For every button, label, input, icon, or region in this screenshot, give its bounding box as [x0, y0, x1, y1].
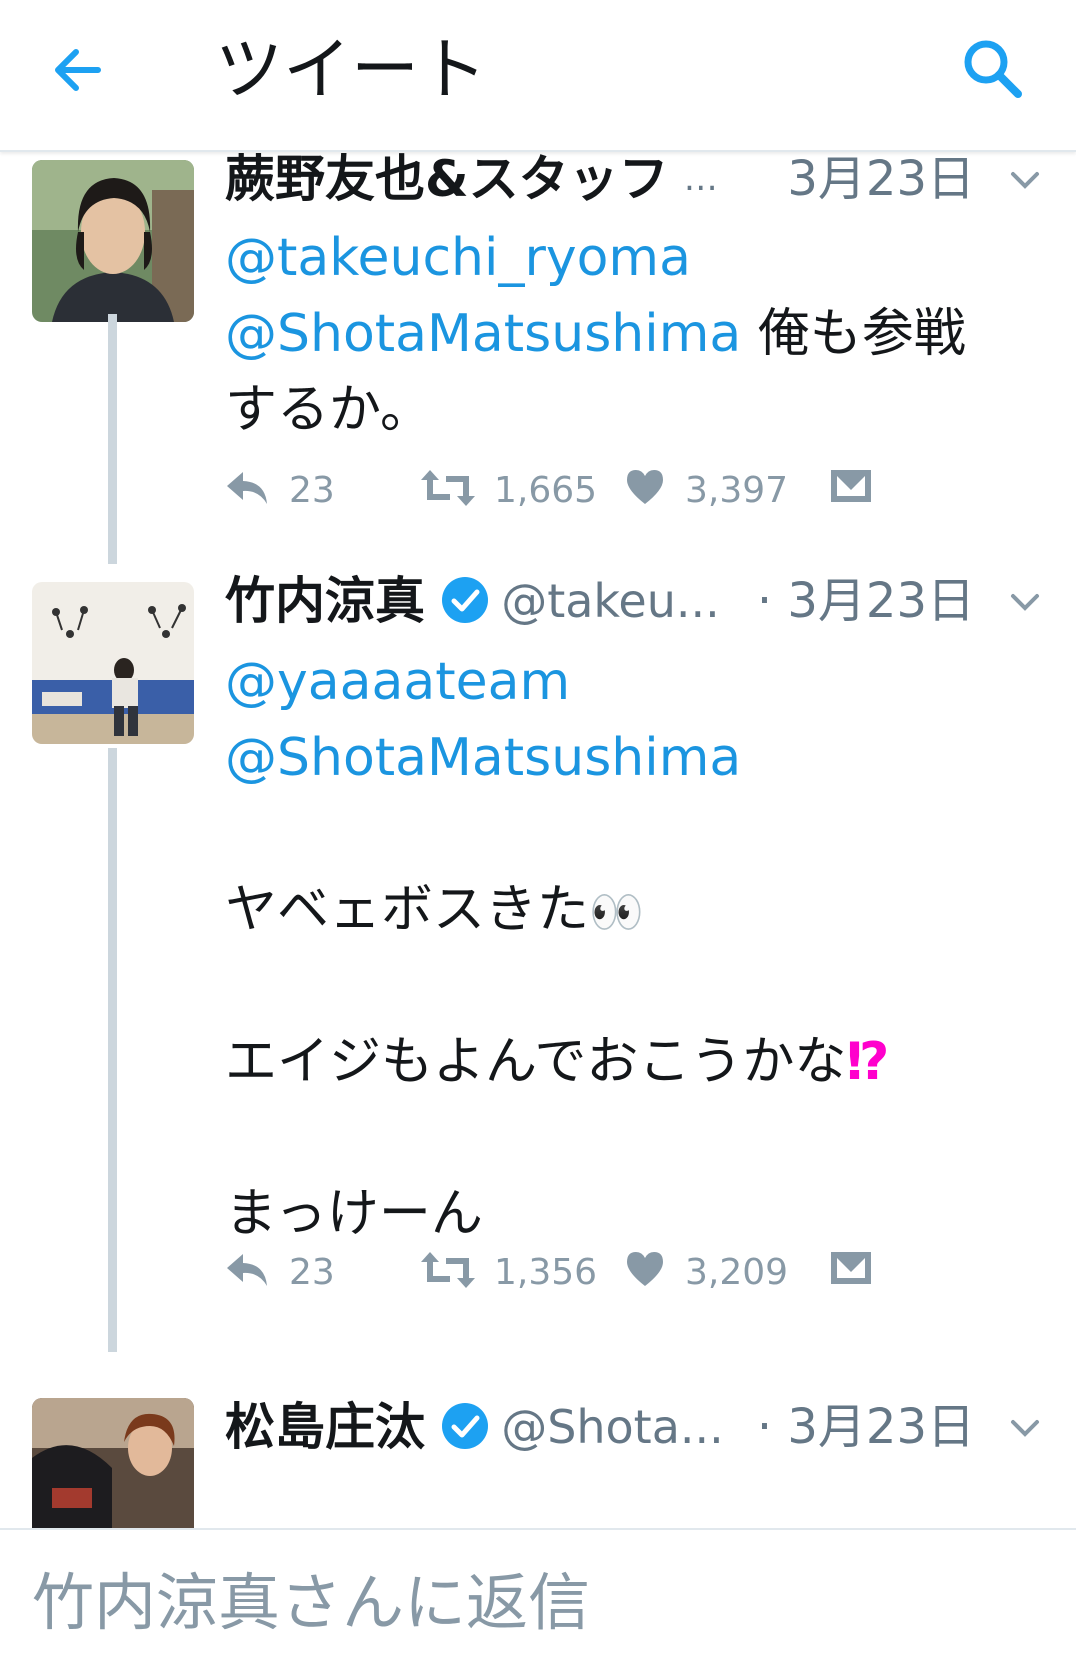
avatar-photo [32, 1398, 194, 1528]
text-span: まっけーん [225, 1184, 483, 1244]
handle[interactable]: @Shota... [501, 1392, 724, 1462]
chevron-down-icon[interactable] [1005, 582, 1045, 622]
retweet-icon [421, 1252, 475, 1288]
avatar-photo [32, 582, 194, 744]
mention-link[interactable]: @ShotaMatsushima [225, 304, 741, 364]
mention-link[interactable]: @yaaaateam [225, 652, 570, 712]
eyes-emoji: 👀 [589, 887, 644, 938]
retweet-count: 1,356 [494, 1252, 598, 1293]
avatar[interactable] [32, 1398, 194, 1528]
tweet-text: @takeuchi_ryoma @ShotaMatsushima 俺も参戦 する… [225, 220, 1015, 448]
envelope-icon [831, 470, 871, 502]
reply-composer: 竹内涼真さんに返信 [0, 1528, 1076, 1670]
tweet-text: @yaaaateam @ShotaMatsushima ヤベェボスきた👀 エイジ… [225, 644, 1015, 1252]
verified-badge-icon [442, 1403, 489, 1449]
search-icon [964, 40, 1022, 98]
avatar-photo [32, 160, 194, 322]
tweet-header: 竹内涼真 @takeu... · 3月23日 [225, 566, 1045, 636]
reply-icon [227, 1254, 267, 1286]
tweet-header: 松島庄汰 @Shota... · 3月23日 [225, 1392, 1045, 1462]
avatar[interactable] [32, 582, 194, 744]
tweet-actions: 23 1,356 3,209 [225, 1242, 985, 1302]
tweet-date[interactable]: 3月23日 [787, 152, 975, 214]
like-count: 3,397 [685, 470, 789, 511]
tweet-actions: 23 1,665 3,397 [225, 460, 985, 520]
mention-link[interactable]: @ShotaMatsushima [225, 728, 741, 788]
reply-count: 23 [289, 1252, 335, 1293]
retweet-count: 1,665 [494, 470, 598, 511]
app-header: ツイート [0, 0, 1076, 152]
heart-icon [627, 1252, 663, 1286]
thread-connector [108, 748, 117, 1352]
thread-connector [108, 314, 117, 564]
display-name[interactable]: 松島庄汰 [225, 1392, 425, 1462]
reply-icon [227, 472, 267, 504]
tweet-3[interactable]: 松島庄汰 @Shota... · 3月23日 [0, 1372, 1076, 1528]
search-button[interactable] [960, 36, 1026, 102]
chevron-down-icon[interactable] [1005, 160, 1045, 200]
tweet-2[interactable]: 竹内涼真 @takeu... · 3月23日 @yaaaateam @Shota… [0, 572, 1076, 1352]
reply-count: 23 [289, 470, 335, 511]
back-button[interactable] [50, 40, 110, 100]
avatar[interactable] [32, 160, 194, 322]
chevron-down-icon[interactable] [1005, 1408, 1045, 1448]
envelope-icon [831, 1252, 871, 1284]
text-span: ヤベェボスきた [225, 880, 590, 940]
text-span: エイジもよんでおこうかな [225, 1032, 847, 1092]
tweet-1[interactable]: 蕨野友也&スタッフ … 3月23日 @takeuchi_ryoma @Shota… [0, 152, 1076, 572]
tweet-header: 蕨野友也&スタッフ … 3月23日 [225, 152, 1045, 214]
display-name[interactable]: 竹内涼真 [225, 566, 425, 636]
handle[interactable]: … [684, 152, 718, 214]
text-span: 俺も参戦 [741, 304, 966, 364]
tweet-date[interactable]: · 3月23日 [757, 566, 975, 636]
display-name[interactable]: 蕨野友也&スタッフ [225, 152, 669, 214]
arrow-left-icon [55, 49, 101, 91]
text-span: するか。 [225, 380, 432, 440]
verified-badge-icon [442, 577, 489, 623]
heart-icon [627, 470, 663, 504]
reply-input[interactable]: 竹内涼真さんに返信 [32, 1558, 590, 1648]
tweet-date[interactable]: · 3月23日 [757, 1392, 975, 1462]
tweet-thread: 蕨野友也&スタッフ … 3月23日 @takeuchi_ryoma @Shota… [0, 152, 1076, 1528]
interrobang-emoji: ⁉ [846, 1032, 890, 1092]
page-title: ツイート [215, 31, 488, 110]
retweet-icon [421, 470, 475, 506]
like-count: 3,209 [685, 1252, 789, 1293]
handle[interactable]: @takeu... [501, 566, 720, 636]
mention-link[interactable]: @takeuchi_ryoma [225, 228, 691, 288]
